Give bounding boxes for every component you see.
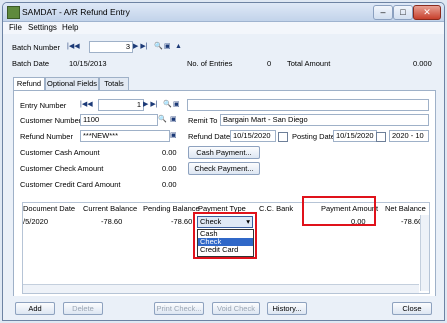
- cell-pending-balance[interactable]: -78.60: [171, 217, 192, 227]
- entries-label: No. of Entries: [187, 59, 233, 68]
- batch-number-field[interactable]: 3: [89, 41, 133, 53]
- col-cc-bank[interactable]: C.C. Bank: [259, 203, 293, 214]
- grid-horizontal-scrollbar[interactable]: [23, 284, 419, 293]
- first-batch-icon[interactable]: |◀◀: [67, 42, 80, 52]
- batch-date-label: Batch Date: [12, 59, 50, 68]
- tab-totals[interactable]: Totals: [99, 77, 129, 90]
- posting-date-label: Posting Date: [292, 132, 335, 141]
- col-pending-balance[interactable]: Pending Balance: [143, 203, 200, 214]
- customer-number-label: Customer Number: [20, 116, 82, 125]
- customer-zoom-icon[interactable]: ▣: [170, 115, 177, 125]
- new-batch-icon[interactable]: ▣: [164, 42, 171, 52]
- refund-date-label: Refund Date: [188, 132, 231, 141]
- cash-amount-value: 0.00: [162, 148, 177, 157]
- refund-number-zoom-icon[interactable]: ▣: [170, 131, 177, 141]
- window-title: SAMDAT - A/R Refund Entry: [22, 7, 130, 17]
- menu-bar: File Settings Help: [3, 22, 444, 34]
- entry-description-field[interactable]: [187, 99, 429, 111]
- delete-button[interactable]: Delete: [63, 302, 103, 315]
- highlight-payment-type: [193, 212, 257, 259]
- col-document-date[interactable]: Document Date: [23, 203, 75, 214]
- col-net-balance[interactable]: Net Balance: [385, 203, 426, 214]
- remit-to-field[interactable]: Bargain Mart - San Diego: [220, 114, 429, 126]
- remit-to-label: Remit To: [188, 116, 218, 125]
- refund-number-label: Refund Number: [20, 132, 73, 141]
- zoom-icon[interactable]: ▲: [175, 42, 182, 52]
- posting-date-field[interactable]: 10/15/2020: [333, 130, 377, 142]
- entry-nav-icons[interactable]: ▶ ▶|: [143, 100, 158, 110]
- refund-number-field[interactable]: ***NEW***: [80, 130, 170, 142]
- new-entry-icon[interactable]: ▣: [173, 100, 180, 110]
- menu-settings[interactable]: Settings: [28, 23, 57, 32]
- close-button[interactable]: Close: [392, 302, 432, 315]
- check-payment-button[interactable]: Check Payment...: [188, 162, 260, 175]
- cell-document-date[interactable]: /5/2020: [23, 217, 48, 227]
- cell-current-balance[interactable]: -78.60: [101, 217, 122, 227]
- minimize-icon[interactable]: –: [373, 5, 393, 20]
- batch-finder-icon[interactable]: 🔍: [154, 42, 163, 52]
- col-current-balance[interactable]: Current Balance: [83, 203, 137, 214]
- print-check-button[interactable]: Print Check...: [154, 302, 204, 315]
- entries-value: 0: [267, 59, 272, 68]
- posting-date-calendar-icon[interactable]: [376, 132, 386, 142]
- entry-number-label: Entry Number: [20, 101, 67, 110]
- refund-entry-window: SAMDAT - A/R Refund Entry – □ ✕ File Set…: [2, 2, 445, 321]
- grid-scrollbar[interactable]: [420, 215, 429, 291]
- total-value: 0.000: [413, 59, 432, 68]
- batch-nav-icons[interactable]: ▶ ▶|: [133, 42, 148, 52]
- customer-finder-icon[interactable]: 🔍: [158, 115, 167, 125]
- title-bar: SAMDAT - A/R Refund Entry – □ ✕: [3, 3, 444, 22]
- menu-help[interactable]: Help: [62, 23, 78, 32]
- close-icon[interactable]: ✕: [413, 5, 441, 20]
- tab-refund[interactable]: Refund: [13, 77, 45, 91]
- fiscal-period-field[interactable]: 2020 - 10: [389, 130, 429, 142]
- tab-optional-fields[interactable]: Optional Fields: [45, 77, 99, 90]
- credit-card-amount-label: Customer Credit Card Amount: [20, 180, 121, 189]
- entry-finder-icon[interactable]: 🔍: [163, 100, 172, 110]
- cash-amount-label: Customer Cash Amount: [20, 148, 100, 157]
- app-icon: [7, 6, 20, 19]
- customer-number-field[interactable]: 1100: [80, 114, 158, 126]
- menu-file[interactable]: File: [9, 23, 22, 32]
- batch-number-label: Batch Number: [12, 43, 60, 52]
- maximize-icon[interactable]: □: [393, 5, 413, 20]
- batch-date-value: 10/15/2013: [69, 59, 107, 68]
- check-amount-label: Customer Check Amount: [20, 164, 104, 173]
- void-check-button[interactable]: Void Check: [212, 302, 260, 315]
- history-button[interactable]: History...: [267, 302, 307, 315]
- refund-date-field[interactable]: 10/15/2020: [230, 130, 276, 142]
- add-button[interactable]: Add: [15, 302, 55, 315]
- cash-payment-button[interactable]: Cash Payment...: [188, 146, 260, 159]
- first-entry-icon[interactable]: |◀◀: [80, 100, 93, 110]
- credit-card-amount-value: 0.00: [162, 180, 177, 189]
- refund-date-calendar-icon[interactable]: [278, 132, 288, 142]
- refund-panel: Entry Number |◀◀ 1 ▶ ▶| 🔍 ▣ Customer Num…: [13, 90, 436, 297]
- entry-number-field[interactable]: 1: [98, 99, 144, 111]
- total-label: Total Amount: [287, 59, 331, 68]
- footer-button-bar: Add Delete Print Check... Void Check His…: [3, 296, 444, 320]
- check-amount-value: 0.00: [162, 164, 177, 173]
- highlight-payment-amount: [302, 196, 376, 226]
